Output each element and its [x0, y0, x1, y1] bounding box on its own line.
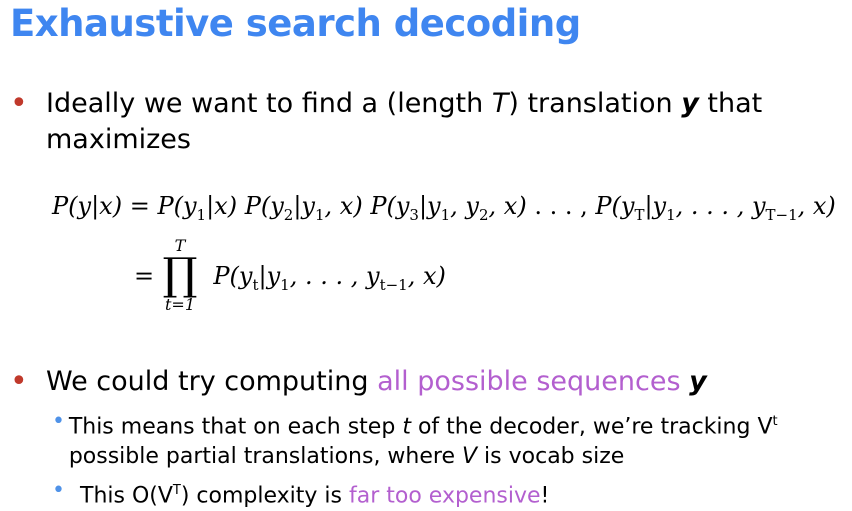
sub-bullet-dot: • — [52, 409, 65, 434]
sub-bullet-1: • This means that on each step t of the … — [52, 407, 832, 472]
equation-line-1: P(y|x) = P(y1|x) P(y2|y1, x) P(y3|y1, y2… — [52, 192, 836, 224]
bullet-1-text: Ideally we want to find a (length T) tra… — [46, 88, 763, 155]
sub-bullet-2: • This O(VT) complexity is far too expen… — [52, 476, 549, 511]
bullet-2: • We could try computing all possible se… — [10, 364, 826, 400]
bullet-dot: • — [10, 364, 28, 399]
bullet-2-text: We could try computing all possible sequ… — [46, 366, 707, 397]
slide-title: Exhaustive search decoding — [10, 2, 581, 45]
sub-bullet-2-text: This O(VT) complexity is far too expensi… — [80, 483, 550, 509]
sub-bullet-dot: • — [52, 478, 65, 503]
sub-bullet-1-text: This means that on each step t of the de… — [68, 414, 778, 470]
bullet-dot: • — [10, 86, 28, 121]
product-operator: T ∏ t=1 — [162, 236, 198, 314]
bullet-1: • Ideally we want to find a (length T) t… — [10, 86, 830, 158]
